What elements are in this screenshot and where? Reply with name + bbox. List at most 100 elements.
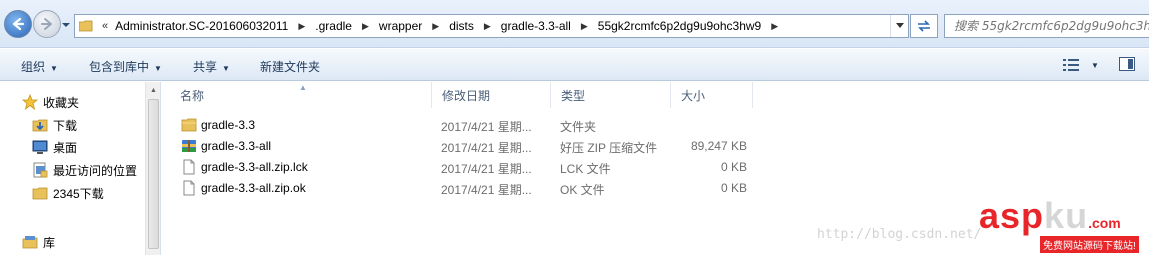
search-box[interactable] <box>944 14 1149 38</box>
file-name: gradle-3.3-all.zip.lck <box>201 160 308 174</box>
refresh-icon <box>918 20 930 32</box>
file-size: 89,247 KB <box>690 139 747 153</box>
column-header-name-label: 名称 <box>180 88 205 103</box>
file-name: gradle-3.3 <box>201 118 256 132</box>
include-in-library-label: 包含到库中 <box>89 60 150 74</box>
file-row[interactable]: gradle-3.3 2017/4/21 星期... 文件夹 <box>164 115 764 136</box>
chevron-right-icon[interactable]: ▶ <box>476 21 499 32</box>
file-row[interactable]: gradle-3.3-all.zip.ok 2017/4/21 星期... OK… <box>164 178 764 199</box>
nav-label-2345-downloads: 2345下载 <box>53 186 104 201</box>
change-view-button[interactable]: ▼ <box>1063 57 1103 73</box>
file-size: 0 KB <box>720 160 747 174</box>
nav-label-favorites: 收藏夹 <box>43 95 80 110</box>
command-bar: 组织 ▼ 包含到库中 ▼ 共享 ▼ 新建文件夹 ▼ <box>0 49 1149 81</box>
nav-label-desktop: 桌面 <box>53 140 78 155</box>
search-input[interactable] <box>945 15 1149 37</box>
folder-icon <box>75 15 97 37</box>
organize-button[interactable]: 组织 ▼ <box>21 58 58 75</box>
file-date: 2017/4/21 星期... <box>441 183 532 197</box>
chevron-down-icon: ▼ <box>1091 60 1099 70</box>
forward-button[interactable] <box>33 10 61 38</box>
column-header-type-label: 类型 <box>561 88 586 103</box>
chevron-right-icon[interactable]: ▶ <box>354 21 377 32</box>
refresh-button[interactable] <box>910 14 938 38</box>
chevron-right-icon[interactable]: ▶ <box>290 21 313 32</box>
nav-item-2345-downloads[interactable]: 2345下载 <box>32 183 104 203</box>
nav-scrollbar-thumb[interactable] <box>148 99 159 249</box>
file-row[interactable]: gradle-3.3-all.zip.lck 2017/4/21 星期... L… <box>164 157 764 178</box>
breadcrumb-wrapper[interactable]: wrapper <box>377 19 424 33</box>
file-type: 好压 ZIP 压缩文件 <box>560 141 658 155</box>
new-folder-label: 新建文件夹 <box>260 60 321 74</box>
nav-scrollbar[interactable]: ▲ <box>145 82 160 255</box>
organize-label: 组织 <box>21 60 46 74</box>
recent-places-icon <box>33 162 48 178</box>
file-name: gradle-3.3-all.zip.ok <box>201 181 306 195</box>
scroll-up-arrow-icon[interactable]: ▲ <box>146 82 161 98</box>
star-icon <box>22 94 38 110</box>
chevron-down-icon: ▼ <box>50 64 58 73</box>
nav-item-downloads[interactable]: 下载 <box>32 115 77 135</box>
breadcrumb-administrator[interactable]: Administrator.SC-201606032011 <box>113 19 290 33</box>
column-header-size-label: 大小 <box>681 88 706 103</box>
breadcrumb-overflow-chevron[interactable]: « <box>97 20 113 32</box>
file-date: 2017/4/21 星期... <box>441 120 532 134</box>
zip-archive-icon <box>182 140 196 152</box>
watermark-url: http://blog.csdn.net/ <box>817 227 982 242</box>
file-name: gradle-3.3-all <box>201 139 272 153</box>
nav-label-recent-places: 最近访问的位置 <box>53 163 138 178</box>
column-header-size[interactable]: 大小 <box>671 82 753 108</box>
breadcrumb-current-folder[interactable]: 55gk2rcmfc6p2dg9u9ohc3hw9 <box>596 19 763 33</box>
nav-label-libraries: 库 <box>43 235 56 250</box>
column-headers: 名称 ▲ 修改日期 类型 大小 <box>164 82 1149 108</box>
arrow-left-icon <box>12 17 25 31</box>
include-in-library-button[interactable]: 包含到库中 ▼ <box>89 58 162 75</box>
nav-label-downloads: 下载 <box>53 118 78 133</box>
nav-item-favorites[interactable]: 收藏夹 <box>22 92 79 112</box>
new-folder-button[interactable]: 新建文件夹 <box>260 58 320 75</box>
file-icon <box>183 180 195 196</box>
chevron-down-icon <box>895 23 904 28</box>
chevron-right-icon[interactable]: ▶ <box>424 21 447 32</box>
file-type: LCK 文件 <box>560 162 611 176</box>
address-bar-row: « Administrator.SC-201606032011 ▶ .gradl… <box>0 0 1149 48</box>
folder-icon <box>32 187 48 200</box>
file-date: 2017/4/21 星期... <box>441 141 532 155</box>
nav-item-libraries[interactable]: 库 <box>22 232 55 252</box>
arrow-right-icon <box>41 18 52 30</box>
preview-pane-button[interactable] <box>1119 57 1135 71</box>
chevron-down-icon: ▼ <box>222 64 230 73</box>
nav-item-recent-places[interactable]: 最近访问的位置 <box>32 160 137 180</box>
address-bar[interactable]: « Administrator.SC-201606032011 ▶ .gradl… <box>74 14 909 38</box>
file-row[interactable]: gradle-3.3-all 2017/4/21 星期... 好压 ZIP 压缩… <box>164 136 764 157</box>
watermark-logo-ku: ku <box>1044 195 1089 236</box>
watermark-logo-asp: asp <box>979 195 1045 236</box>
address-history-dropdown[interactable] <box>890 15 908 37</box>
watermark-tagline: 免费网站源码下载站! <box>1040 236 1139 253</box>
column-header-date[interactable]: 修改日期 <box>432 82 551 108</box>
downloads-folder-icon <box>32 119 48 132</box>
share-label: 共享 <box>193 60 218 74</box>
details-view-icon <box>1063 59 1079 71</box>
share-button[interactable]: 共享 ▼ <box>193 58 230 75</box>
watermark-logo-com: .com <box>1088 215 1121 231</box>
recent-pages-dropdown-icon[interactable] <box>61 20 71 30</box>
navigation-pane: 收藏夹 下载 桌面 最近访问的位置 2345下载 库 ▲ <box>0 82 160 255</box>
nav-item-desktop[interactable]: 桌面 <box>32 137 77 157</box>
breadcrumb-dists[interactable]: dists <box>447 19 476 33</box>
back-button[interactable] <box>4 10 32 38</box>
watermark-logo: aspku.com <box>979 198 1121 241</box>
desktop-icon <box>32 140 48 154</box>
breadcrumb-gradle[interactable]: .gradle <box>313 19 354 33</box>
folder-icon <box>181 118 197 132</box>
chevron-right-icon[interactable]: ▶ <box>573 21 596 32</box>
file-type: OK 文件 <box>560 183 605 197</box>
file-size: 0 KB <box>720 181 747 195</box>
library-icon <box>22 236 38 249</box>
chevron-right-icon[interactable]: ▶ <box>763 21 786 32</box>
breadcrumb-gradle-3.3-all[interactable]: gradle-3.3-all <box>499 19 573 33</box>
column-header-type[interactable]: 类型 <box>551 82 671 108</box>
file-date: 2017/4/21 星期... <box>441 162 532 176</box>
file-icon <box>183 159 195 175</box>
chevron-down-icon: ▼ <box>154 64 162 73</box>
